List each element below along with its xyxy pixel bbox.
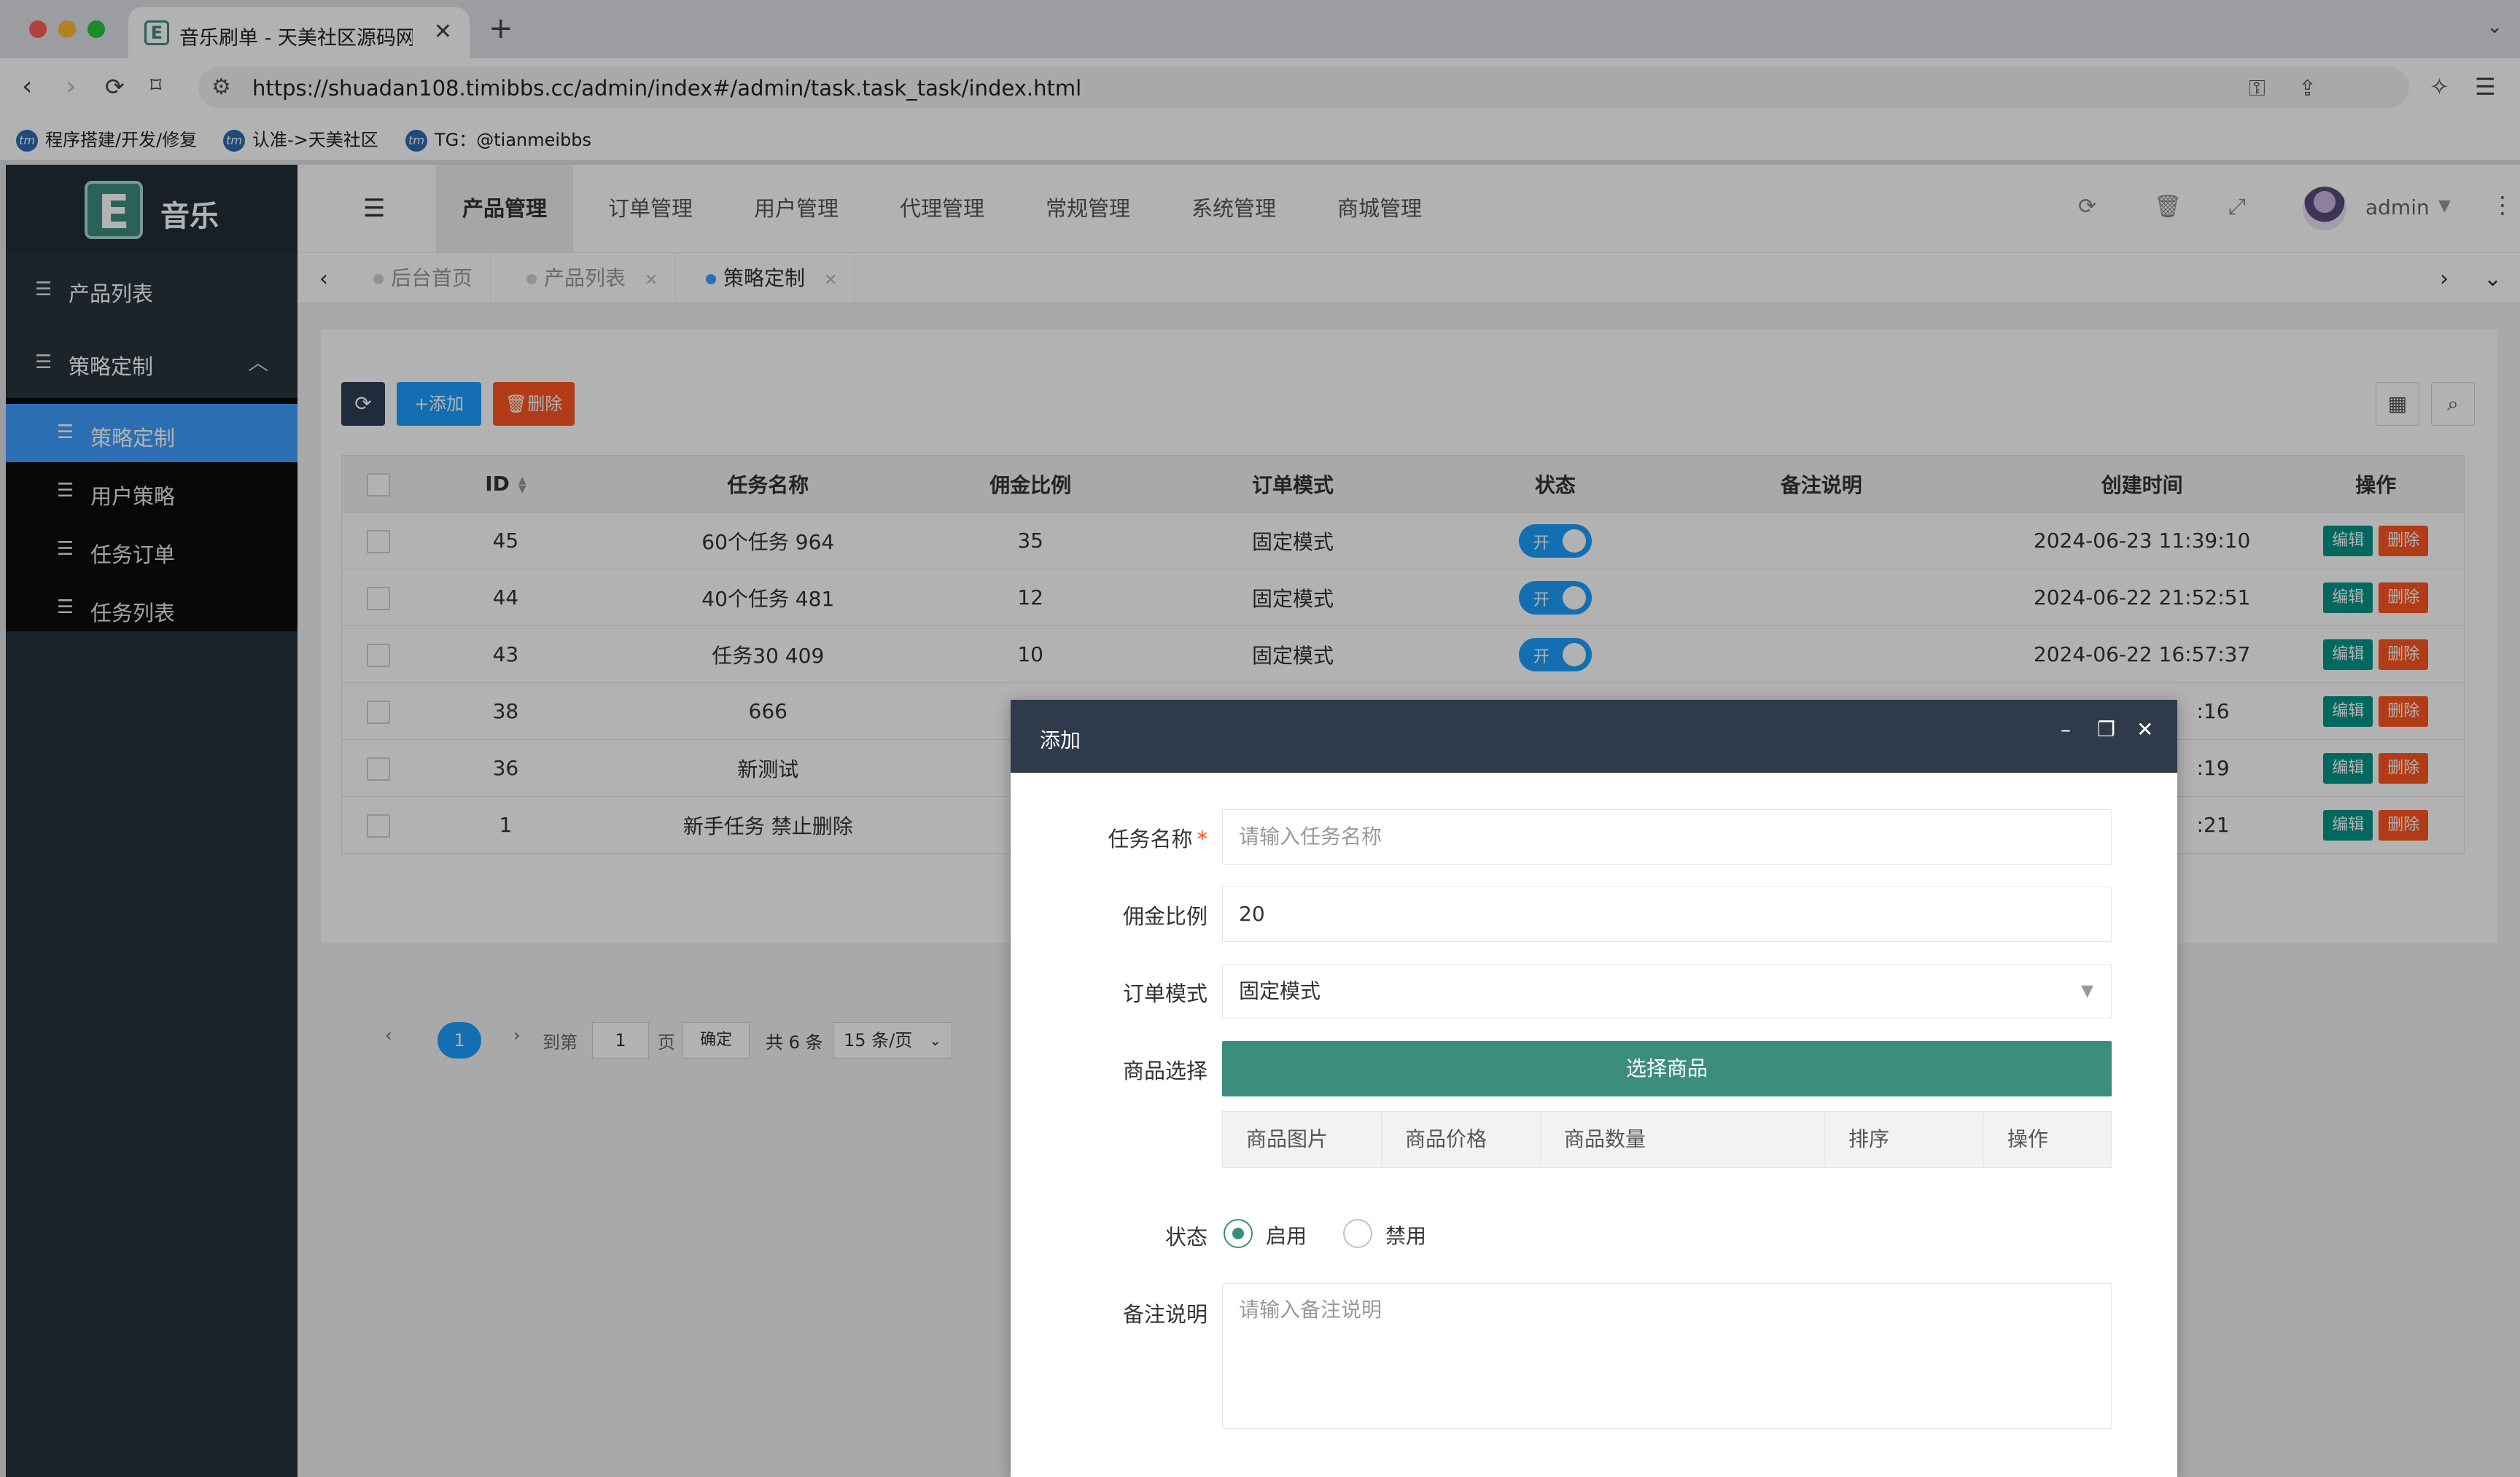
status-disabled-label[interactable]: 禁用 (1385, 1220, 1426, 1250)
column-header: 商品数量 (1541, 1112, 1825, 1167)
dialog-title: 添加 (1040, 728, 1081, 752)
order-mode-select[interactable]: 固定模式 ▼ (1222, 964, 2112, 1019)
caret-down-icon: ▼ (2081, 982, 2093, 1000)
task-name-input[interactable]: 请输入任务名称 (1222, 809, 2112, 865)
task-name-label: 任务名称 * (1108, 827, 1208, 851)
column-header: 操作 (2007, 1127, 2049, 1151)
add-task-dialog: 添加 – ❐ ✕ 任务名称 * 请输入任务名称 佣金比例 20 订单模式 固定模式… (1011, 700, 2177, 1477)
minimize-icon[interactable]: – (2061, 717, 2071, 741)
maximize-icon[interactable]: ❐ (2097, 717, 2115, 741)
ratio-label: 佣金比例 (1122, 904, 1208, 929)
status-label: 状态 (1164, 1225, 1208, 1250)
close-icon[interactable]: ✕ (2136, 717, 2153, 741)
status-disabled-radio[interactable] (1343, 1219, 1372, 1248)
goods-select-label: 商品选择 (1122, 1059, 1208, 1083)
column-header: 排序 (1825, 1112, 1984, 1167)
column-header: 商品图片 (1223, 1112, 1382, 1167)
status-enabled-radio[interactable] (1224, 1219, 1253, 1248)
goods-table-header: 商品图片 商品价格 商品数量 排序 操作 (1222, 1111, 2112, 1168)
status-enabled-label[interactable]: 启用 (1266, 1220, 1307, 1250)
dialog-header: 添加 – ❐ ✕ (1011, 700, 2177, 773)
select-goods-button[interactable]: 选择商品 (1222, 1041, 2112, 1096)
column-header: 商品价格 (1382, 1112, 1541, 1167)
order-mode-label: 订单模式 (1122, 981, 1208, 1006)
remark-textarea[interactable]: 请输入备注说明 (1222, 1283, 2112, 1429)
remark-label: 备注说明 (1122, 1302, 1208, 1327)
ratio-input[interactable]: 20 (1222, 886, 2112, 942)
